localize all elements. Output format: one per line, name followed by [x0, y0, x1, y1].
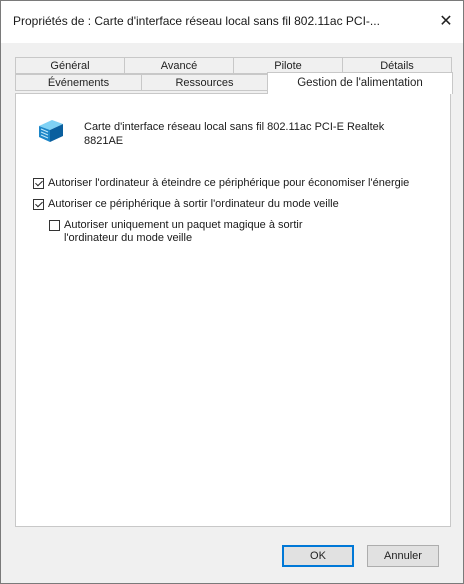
option-allow-wake[interactable]: Autoriser ce périphérique à sortir l'ord…: [33, 198, 443, 211]
option-magic-packet-only[interactable]: Autoriser uniquement un paquet magique à…: [49, 219, 349, 245]
allow-wake-checkbox[interactable]: [33, 199, 44, 210]
allow-wake-label: Autoriser ce périphérique à sortir l'ord…: [48, 198, 339, 210]
tab-power-management[interactable]: Gestion de l'alimentation: [267, 72, 453, 94]
tab-general[interactable]: Général: [15, 57, 125, 74]
cancel-button[interactable]: Annuler: [367, 545, 439, 567]
ok-button[interactable]: OK: [282, 545, 354, 567]
device-name: Carte d'interface réseau local sans fil …: [84, 121, 385, 147]
option-allow-power-off[interactable]: Autoriser l'ordinateur à éteindre ce pér…: [33, 177, 443, 190]
properties-dialog: Propriétés de : Carte d'interface réseau…: [0, 0, 464, 584]
title-bar[interactable]: Propriétés de : Carte d'interface réseau…: [1, 1, 463, 43]
tab-panel-power-management: Carte d'interface réseau local sans fil …: [15, 93, 451, 527]
close-icon[interactable]: ✕: [435, 11, 457, 33]
tab-events[interactable]: Événements: [15, 74, 142, 91]
magic-packet-only-label: Autoriser uniquement un paquet magique à…: [64, 219, 303, 244]
window-title: Propriétés de : Carte d'interface réseau…: [13, 14, 380, 28]
network-adapter-icon: [39, 120, 63, 142]
tab-advanced[interactable]: Avancé: [124, 57, 234, 74]
allow-power-off-checkbox[interactable]: [33, 178, 44, 189]
allow-power-off-label: Autoriser l'ordinateur à éteindre ce pér…: [48, 177, 410, 189]
tab-resources[interactable]: Ressources: [141, 74, 268, 91]
magic-packet-only-checkbox[interactable]: [49, 220, 60, 231]
